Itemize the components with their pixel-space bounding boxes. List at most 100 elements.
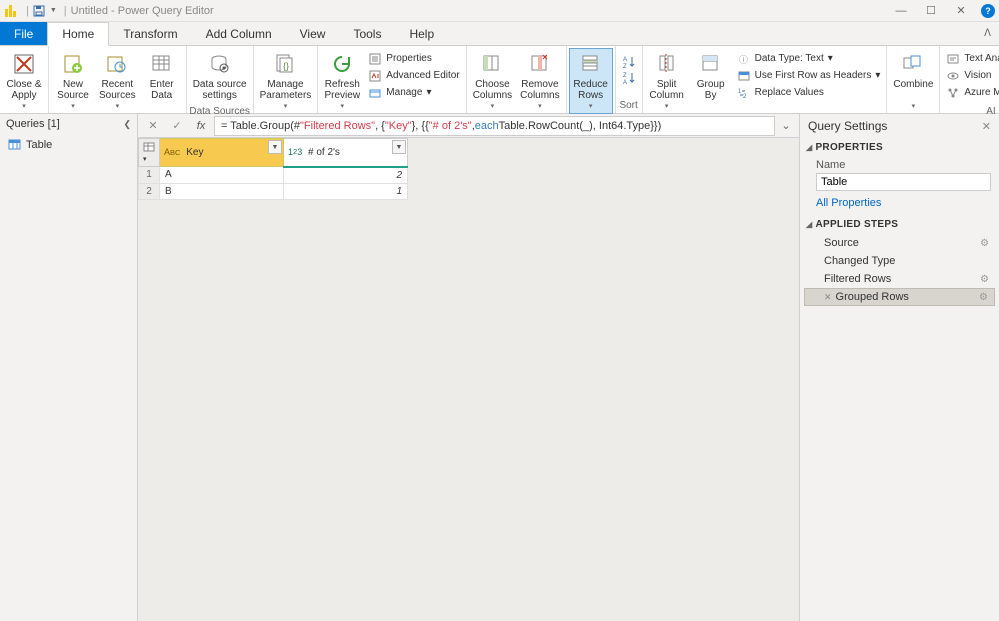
split-column-button[interactable]: Split Column▾	[645, 48, 689, 114]
data-type-label: Data Type: Text	[755, 51, 824, 66]
step-label: Changed Type	[824, 255, 895, 267]
tab-tools[interactable]: Tools	[339, 22, 395, 45]
step-filtered-rows[interactable]: Filtered Rows⚙	[804, 270, 995, 288]
tab-home[interactable]: Home	[47, 22, 109, 46]
new-source-button[interactable]: New Source▾	[51, 48, 95, 114]
ribbon-group-new-query: New Source▾ Recent Sources▾ Enter Data N…	[49, 46, 187, 113]
main-area: Queries [1] ❮ Table ✕ ✓ fx = Table.Group…	[0, 114, 999, 621]
maximize-button[interactable]: ☐	[917, 1, 945, 21]
properties-section-header[interactable]: ◢PROPERTIES	[800, 138, 999, 157]
table-icon	[143, 141, 155, 153]
formula-text: each	[475, 120, 499, 132]
table-row[interactable]: 1 A 2	[139, 167, 408, 184]
tab-add-column[interactable]: Add Column	[192, 22, 286, 45]
gear-icon[interactable]: ⚙	[980, 238, 989, 249]
recent-sources-button[interactable]: Recent Sources▾	[95, 48, 140, 114]
step-changed-type[interactable]: Changed Type	[804, 252, 995, 270]
combine-button[interactable]: Combine▾	[889, 48, 937, 114]
svg-text:A: A	[623, 57, 627, 63]
replace-values-button[interactable]: 12Replace Values	[735, 84, 883, 101]
column-filter-icon[interactable]: ▼	[268, 140, 282, 154]
choose-columns-button[interactable]: Choose Columns▾	[469, 48, 516, 114]
table-row[interactable]: 2 B 1	[139, 183, 408, 199]
data-type-button[interactable]: ⓘData Type: Text ▾	[735, 50, 883, 67]
first-row-headers-button[interactable]: Use First Row as Headers ▾	[735, 67, 883, 84]
collapse-ribbon-icon[interactable]: ᐱ	[976, 22, 999, 45]
qa-dropdown-icon[interactable]: ▼	[50, 7, 57, 14]
tab-file[interactable]: File	[0, 22, 47, 45]
step-source[interactable]: Source⚙	[804, 234, 995, 252]
ribbon-group-manage-columns: Choose Columns▾ Remove Columns▾ Manage C…	[467, 46, 567, 113]
close-apply-label: Close & Apply	[6, 79, 41, 101]
advanced-editor-button[interactable]: Advanced Editor	[366, 67, 461, 84]
collapse-queries-icon[interactable]: ❮	[123, 119, 131, 130]
azure-ml-button[interactable]: Azure Machine Learning	[944, 84, 999, 101]
formula-text: }, {{	[412, 120, 429, 132]
remove-columns-button[interactable]: Remove Columns▾	[516, 48, 563, 114]
fx-icon[interactable]: fx	[190, 116, 212, 136]
advanced-editor-label: Advanced Editor	[386, 68, 459, 83]
group-by-label: Group By	[697, 79, 725, 101]
manage-button[interactable]: Manage ▾	[366, 84, 461, 101]
cell-key[interactable]: A	[160, 167, 284, 184]
expand-formula-icon[interactable]: ⌄	[777, 119, 795, 132]
properties-label: PROPERTIES	[815, 142, 882, 153]
cell-value[interactable]: 1	[284, 183, 408, 199]
query-item-table[interactable]: Table	[0, 134, 137, 155]
reduce-rows-icon	[580, 50, 602, 78]
group-by-icon	[700, 50, 722, 78]
step-grouped-rows[interactable]: ✕Grouped Rows⚙	[804, 288, 995, 306]
manage-parameters-button[interactable]: {} Manage Parameters▾	[256, 48, 316, 114]
formula-text: "Key"	[385, 120, 412, 132]
cell-value[interactable]: 2	[284, 167, 408, 184]
gear-icon[interactable]: ⚙	[979, 292, 988, 303]
gear-icon[interactable]: ⚙	[980, 274, 989, 285]
split-column-label: Split Column	[649, 79, 683, 101]
advanced-editor-icon	[368, 69, 382, 83]
separator: |	[26, 5, 29, 17]
rownum-header[interactable]: ▾	[139, 139, 160, 167]
refresh-preview-button[interactable]: Refresh Preview▾	[320, 48, 364, 114]
tab-view[interactable]: View	[286, 22, 340, 45]
tab-help[interactable]: Help	[395, 22, 448, 45]
vision-button[interactable]: Vision	[944, 67, 999, 84]
commit-formula-button[interactable]: ✓	[166, 116, 188, 136]
close-apply-button[interactable]: Close & Apply▾	[2, 48, 46, 114]
cell-key[interactable]: B	[160, 183, 284, 199]
enter-data-button[interactable]: Enter Data	[140, 48, 184, 103]
applied-steps-header[interactable]: ◢APPLIED STEPS	[800, 215, 999, 234]
cancel-formula-button[interactable]: ✕	[142, 116, 164, 136]
sort-desc-icon: ZA	[622, 71, 636, 85]
applied-steps-label: APPLIED STEPS	[815, 219, 898, 230]
formula-input[interactable]: = Table.Group(#"Filtered Rows", {"Key"},…	[214, 116, 775, 136]
query-name-input[interactable]	[816, 173, 991, 191]
sort-desc-button[interactable]: ZA	[620, 70, 638, 86]
column-header-key[interactable]: ABC Key ▼	[160, 139, 284, 167]
headers-icon	[737, 69, 751, 83]
tab-transform[interactable]: Transform	[109, 22, 191, 45]
formula-bar: ✕ ✓ fx = Table.Group(#"Filtered Rows", {…	[138, 114, 799, 138]
minimize-button[interactable]: —	[887, 1, 915, 21]
data-source-settings-button[interactable]: Data source settings	[189, 48, 251, 103]
column-header-count[interactable]: 123 # of 2's ▼	[284, 139, 408, 167]
delete-step-icon[interactable]: ✕	[824, 292, 832, 303]
menu-tabs: File Home Transform Add Column View Tool…	[0, 22, 999, 46]
title-bar: | ▼ | Untitled - Power Query Editor — ☐ …	[0, 0, 999, 22]
manage-label: Manage	[386, 85, 422, 100]
reduce-rows-button[interactable]: Reduce Rows▾	[569, 48, 613, 114]
text-analytics-button[interactable]: Text Analytics	[944, 50, 999, 67]
properties-button[interactable]: Properties	[366, 50, 461, 67]
group-by-button[interactable]: Group By	[689, 48, 733, 103]
query-item-label: Table	[26, 139, 52, 151]
query-settings-pane: Query Settings ✕ ◢PROPERTIES Name All Pr…	[799, 114, 999, 621]
close-window-button[interactable]: ✕	[947, 1, 975, 21]
all-properties-link[interactable]: All Properties	[816, 197, 881, 209]
triangle-icon: ◢	[806, 220, 812, 229]
save-icon[interactable]	[33, 4, 47, 18]
help-icon[interactable]: ?	[981, 4, 995, 18]
sort-asc-button[interactable]: AZ	[620, 54, 638, 70]
column-filter-icon[interactable]: ▼	[392, 140, 406, 154]
reduce-rows-label: Reduce Rows	[573, 79, 607, 101]
close-settings-icon[interactable]: ✕	[982, 120, 991, 133]
queries-title: Queries [1]	[6, 118, 60, 130]
